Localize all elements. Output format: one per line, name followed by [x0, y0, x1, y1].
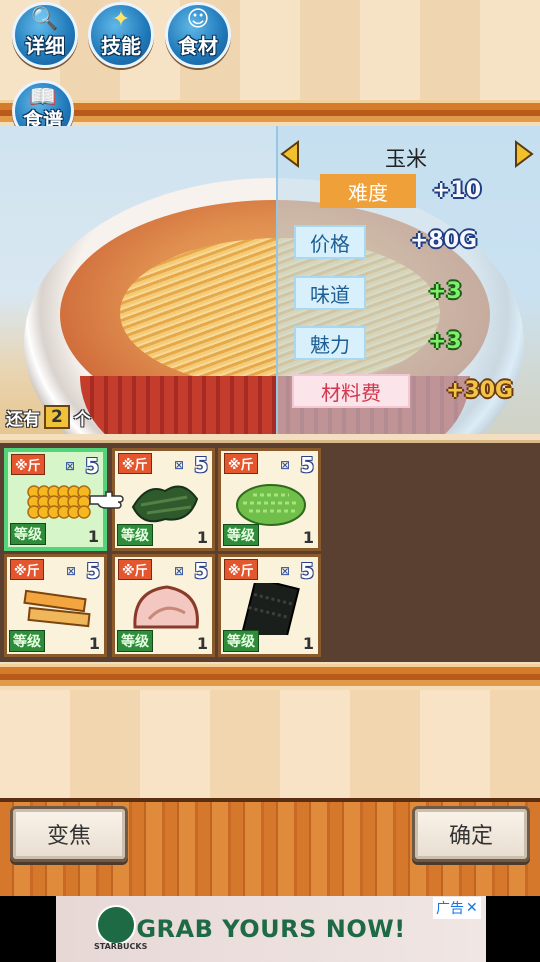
new-badge: ※斤 [10, 559, 44, 580]
remaining-number: 2 [44, 405, 70, 429]
book-icon: 📖 [29, 85, 57, 110]
ad-brand: STARBUCKS [94, 942, 148, 951]
quantity-value: 5 [194, 453, 208, 477]
new-badge: ※斤 [118, 453, 152, 474]
wood-divider-bottom [0, 664, 540, 690]
grade-badge: 等级 [117, 630, 153, 652]
material-cost-label: 材料费 [292, 374, 410, 408]
ingredients-label: 食材 [178, 34, 218, 58]
ad-close-button[interactable]: 广告 ✕ [433, 897, 481, 919]
level-value: 1 [196, 528, 208, 547]
level-value: 1 [88, 634, 100, 653]
grade-badge: 等级 [9, 630, 45, 652]
green-onion-icon [233, 477, 309, 529]
quantity-icon: ⊠ [173, 564, 184, 578]
starbucks-logo-icon [96, 905, 136, 945]
ingredient-card-nori[interactable]: ※斤 ⊠ 5 等级 1 [218, 554, 321, 657]
level-value: 1 [87, 527, 99, 546]
grade-badge: 等级 [10, 523, 46, 545]
material-cost-value: +30G [446, 378, 514, 403]
quantity-icon: ⊠ [65, 564, 76, 578]
level-value: 1 [302, 634, 314, 653]
arrow-right-icon [515, 140, 534, 168]
remaining-prefix: 还有 [6, 409, 40, 430]
ingredient-name: 玉米 [385, 147, 427, 171]
grade-badge: 等级 [223, 524, 259, 546]
charm-value: +3 [428, 329, 462, 354]
next-ingredient-arrow[interactable] [514, 140, 534, 168]
nori-icon [233, 577, 309, 645]
ad-banner[interactable]: STARBUCKS GRAB YOURS NOW! [56, 896, 486, 962]
new-badge: ※斤 [224, 453, 258, 474]
chef-icon: ☺ [186, 7, 210, 32]
magnifier-icon: 🔍 [31, 7, 59, 32]
sparkle-icon: ✦ [111, 7, 131, 32]
ingredient-card-chashu-pork[interactable]: ※斤 ⊠ 5 等级 1 [112, 554, 215, 657]
price-value: +80G [410, 228, 478, 253]
price-label: 价格 [294, 225, 366, 259]
confirm-button[interactable]: 确定 [412, 806, 530, 862]
new-badge: ※斤 [118, 559, 152, 580]
ingredient-card-seaweed-dark[interactable]: ※斤 ⊠ 5 等级 1 [112, 448, 215, 551]
quantity-value: 5 [86, 559, 100, 583]
quantity-value: 5 [85, 454, 99, 478]
ad-tag: 广告 [436, 901, 464, 917]
grade-badge: 等级 [223, 630, 259, 652]
ingredients-button[interactable]: ☺ 食材 [165, 2, 231, 68]
grade-badge: 等级 [117, 524, 153, 546]
hand-pointer-icon [88, 486, 124, 512]
taste-value: +3 [428, 279, 462, 304]
quantity-value: 5 [300, 559, 314, 583]
seaweed-dark-icon [127, 477, 203, 529]
quantity-value: 5 [300, 453, 314, 477]
new-badge: ※斤 [11, 454, 45, 475]
lower-panel [0, 690, 540, 798]
arrow-left-icon [280, 140, 299, 168]
close-icon: ✕ [466, 900, 478, 916]
ingredient-card-green-onion[interactable]: ※斤 ⊠ 5 等级 1 [218, 448, 321, 551]
ad-text: GRAB YOURS NOW! [136, 915, 406, 943]
new-badge: ※斤 [224, 559, 258, 580]
details-label: 详细 [25, 34, 65, 58]
level-value: 1 [302, 528, 314, 547]
ingredient-card-bamboo-shoots[interactable]: ※斤 ⊠ 5 等级 1 [4, 554, 107, 657]
bamboo-shoots-icon [19, 583, 95, 635]
charm-label: 魅力 [294, 326, 366, 360]
skills-button[interactable]: ✦ 技能 [88, 2, 154, 68]
chashu-pork-icon [127, 583, 203, 635]
remaining-count: 还有 2 个 [6, 404, 91, 430]
taste-label: 味道 [294, 276, 366, 310]
zoom-button[interactable]: 变焦 [10, 806, 128, 862]
quantity-value: 5 [194, 559, 208, 583]
top-toolbar [0, 0, 540, 100]
quantity-icon: ⊠ [173, 458, 184, 472]
quantity-icon: ⊠ [279, 458, 290, 472]
remaining-suffix: 个 [73, 409, 91, 430]
quantity-icon: ⊠ [64, 459, 75, 473]
difficulty-value: +10 [432, 178, 482, 203]
level-value: 1 [196, 634, 208, 653]
wood-divider-top [0, 100, 540, 126]
details-button[interactable]: 🔍 详细 [12, 2, 78, 68]
ramen-bowl-scene: 玉米 难度 +10 价格 +80G 味道 +3 魅力 +3 材料费 +30G 还… [0, 126, 540, 434]
skills-label: 技能 [101, 34, 141, 58]
quantity-icon: ⊠ [279, 564, 290, 578]
prev-ingredient-arrow[interactable] [280, 140, 300, 168]
difficulty-label: 难度 [320, 174, 416, 208]
